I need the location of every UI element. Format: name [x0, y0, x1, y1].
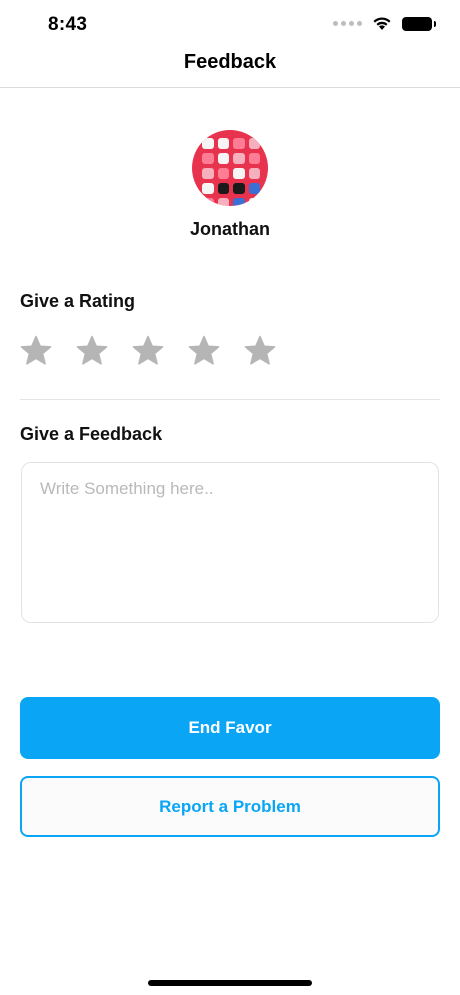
- user-name: Jonathan: [189, 219, 270, 239]
- report-problem-button[interactable]: Report a Problem: [20, 776, 440, 837]
- signal-icon: [333, 21, 362, 26]
- star-icon[interactable]: [188, 335, 220, 366]
- star-icon[interactable]: [244, 335, 276, 366]
- wifi-icon: [372, 16, 392, 31]
- end-favor-button[interactable]: End Favor: [20, 697, 440, 759]
- star-icon[interactable]: [132, 335, 164, 366]
- divider: [20, 399, 440, 400]
- status-bar: 8:43: [0, 0, 460, 50]
- feedback-input[interactable]: [21, 462, 439, 623]
- feedback-screen: 8:43 Feedback Jonathan Give a Rating Giv…: [0, 0, 460, 995]
- home-indicator: [148, 980, 312, 986]
- nav-bar: Feedback: [0, 44, 460, 88]
- rating-label: Give a Rating: [20, 291, 136, 311]
- star-icon[interactable]: [76, 335, 108, 366]
- page-title: Feedback: [183, 51, 277, 73]
- star-icon[interactable]: [20, 335, 52, 366]
- status-indicators: [333, 16, 436, 31]
- battery-icon: [402, 16, 436, 31]
- feedback-label: Give a Feedback: [20, 424, 163, 444]
- avatar: [192, 130, 268, 206]
- status-time: 8:43: [48, 14, 88, 35]
- star-rating: [20, 335, 276, 366]
